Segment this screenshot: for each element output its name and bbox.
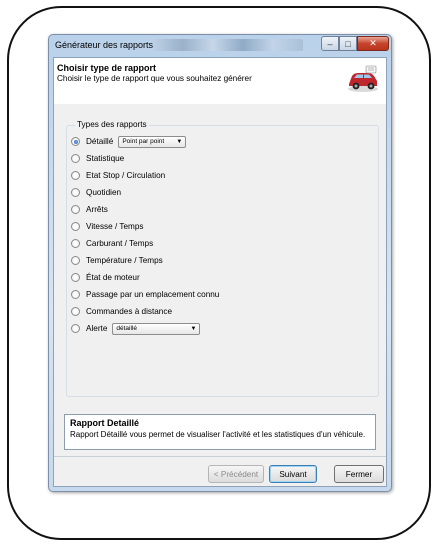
option-carburant-temps[interactable]: Carburant / Temps bbox=[71, 237, 153, 250]
body-area: Types des rapports Détaillé Point par po… bbox=[54, 104, 386, 456]
close-icon: ✕ bbox=[369, 38, 377, 48]
option-label: Vitesse / Temps bbox=[86, 222, 144, 231]
radio-button[interactable] bbox=[71, 154, 80, 163]
dropdown-value: détaillé bbox=[116, 325, 137, 332]
header-subtitle: Choisir le type de rapport que vous souh… bbox=[57, 74, 252, 83]
car-icon bbox=[348, 65, 378, 92]
option-etat-moteur[interactable]: État de moteur bbox=[71, 271, 140, 284]
option-label: État de moteur bbox=[86, 273, 140, 282]
close-button[interactable]: ✕ bbox=[357, 36, 389, 51]
maximize-icon: □ bbox=[345, 38, 351, 49]
radio-button[interactable] bbox=[71, 188, 80, 197]
option-temperature-temps[interactable]: Température / Temps bbox=[71, 254, 163, 267]
header-title: Choisir type de rapport bbox=[57, 63, 157, 73]
radio-button[interactable] bbox=[71, 137, 80, 146]
option-label: Détaillé bbox=[86, 137, 114, 146]
description-title: Rapport Detaillé bbox=[70, 418, 140, 428]
report-generator-window: Générateur des rapports – □ ✕ Choisir ty… bbox=[48, 34, 392, 492]
option-label: Carburant / Temps bbox=[86, 239, 154, 248]
minimize-icon: – bbox=[327, 38, 333, 49]
option-arrets[interactable]: Arrêts bbox=[71, 203, 108, 216]
option-label: Alerte bbox=[86, 324, 108, 333]
wizard-header: Choisir type de rapport Choisir le type … bbox=[54, 58, 386, 105]
option-detaille[interactable]: Détaillé Point par point ▼ bbox=[71, 135, 187, 148]
button-bar: < Précédent Suivant Fermer bbox=[54, 456, 386, 486]
option-commandes-distance[interactable]: Commandes à distance bbox=[71, 305, 172, 318]
description-text: Rapport Détaillé vous permet de visualis… bbox=[70, 430, 366, 439]
chevron-down-icon: ▼ bbox=[190, 325, 197, 332]
option-label: Quotidien bbox=[86, 188, 122, 197]
dropdown-value: Point par point bbox=[122, 138, 165, 145]
description-box: Rapport Detaillé Rapport Détaillé vous p… bbox=[64, 414, 376, 450]
option-alerte[interactable]: Alerte détaillé ▼ bbox=[71, 322, 201, 335]
radio-button[interactable] bbox=[71, 205, 80, 214]
option-passage-emplacement[interactable]: Passage par un emplacement connu bbox=[71, 288, 219, 301]
option-label: Commandes à distance bbox=[86, 307, 173, 316]
radio-button[interactable] bbox=[71, 273, 80, 282]
report-types-group: Types des rapports Détaillé Point par po… bbox=[66, 120, 379, 397]
option-label: Arrêts bbox=[86, 205, 108, 214]
option-label: Température / Temps bbox=[86, 256, 163, 265]
previous-button[interactable]: < Précédent bbox=[208, 465, 264, 483]
group-label: Types des rapports bbox=[75, 120, 149, 129]
option-statistique[interactable]: Statistique bbox=[71, 152, 124, 165]
info-area: Rapport Detaillé Rapport Détaillé vous p… bbox=[54, 410, 386, 456]
title-bar-background bbox=[153, 39, 303, 51]
window-title: Générateur des rapports bbox=[55, 40, 154, 50]
option-label: Etat Stop / Circulation bbox=[86, 171, 166, 180]
alerte-dropdown[interactable]: détaillé ▼ bbox=[112, 322, 201, 335]
maximize-button[interactable]: □ bbox=[339, 36, 357, 51]
chevron-down-icon: ▼ bbox=[176, 138, 183, 145]
close-dialog-button[interactable]: Fermer bbox=[334, 465, 384, 483]
dialog-client: Choisir type de rapport Choisir le type … bbox=[53, 57, 387, 487]
title-bar[interactable]: Générateur des rapports – □ ✕ bbox=[49, 35, 391, 57]
option-quotidien[interactable]: Quotidien bbox=[71, 186, 121, 199]
minimize-button[interactable]: – bbox=[321, 36, 339, 51]
option-label: Passage par un emplacement connu bbox=[86, 290, 220, 299]
radio-button[interactable] bbox=[71, 307, 80, 316]
radio-button[interactable] bbox=[71, 239, 80, 248]
radio-button[interactable] bbox=[71, 290, 80, 299]
next-button[interactable]: Suivant bbox=[269, 465, 317, 483]
radio-button[interactable] bbox=[71, 256, 80, 265]
detaille-dropdown[interactable]: Point par point ▼ bbox=[118, 135, 187, 148]
radio-button[interactable] bbox=[71, 171, 80, 180]
radio-button[interactable] bbox=[71, 324, 80, 333]
option-vitesse-temps[interactable]: Vitesse / Temps bbox=[71, 220, 144, 233]
option-etat-stop-circulation[interactable]: Etat Stop / Circulation bbox=[71, 169, 165, 182]
radio-button[interactable] bbox=[71, 222, 80, 231]
option-label: Statistique bbox=[86, 154, 125, 163]
